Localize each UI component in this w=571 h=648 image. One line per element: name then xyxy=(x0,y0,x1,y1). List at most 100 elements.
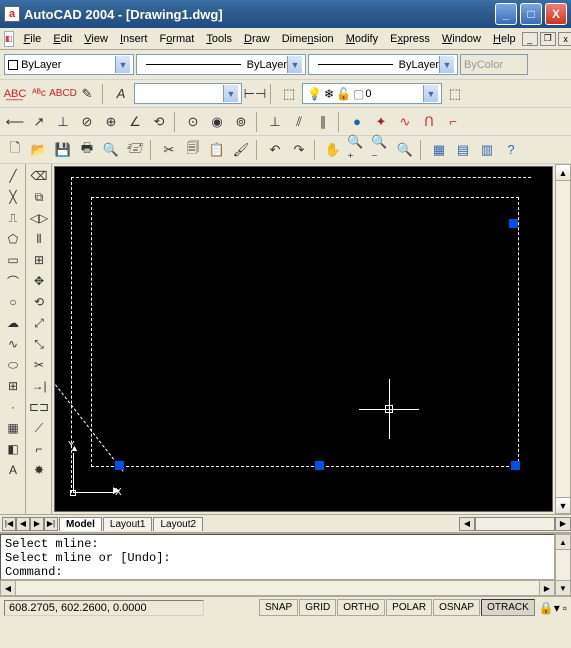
scroll-up-icon[interactable]: ▲ xyxy=(556,165,570,181)
linetype-dropdown[interactable]: ByLayer ▼ xyxy=(136,54,306,75)
command-hscroll[interactable]: ◀ ▶ xyxy=(0,580,555,596)
text-icon[interactable]: A xyxy=(2,460,24,480)
menu-draw[interactable]: Draw xyxy=(238,31,276,47)
xline-icon[interactable]: ╳ xyxy=(2,187,24,207)
new-icon[interactable]: 🗋 xyxy=(4,139,26,161)
cut-icon[interactable]: ✂ xyxy=(158,139,180,161)
tab-model[interactable]: Model xyxy=(59,517,102,531)
dim-override-icon[interactable]: ∿ xyxy=(394,111,416,133)
close-button[interactable]: X xyxy=(545,3,567,25)
line-icon[interactable]: ╱ xyxy=(2,166,24,186)
menu-edit[interactable]: Edit xyxy=(47,31,78,47)
point-icon[interactable]: · xyxy=(2,397,24,417)
dim-angular-icon[interactable]: ∠ xyxy=(124,111,146,133)
dim-baseline-icon[interactable]: ⊙ xyxy=(182,111,204,133)
polyline-icon[interactable]: ⎍ xyxy=(2,208,24,228)
erase-icon[interactable]: ⌫ xyxy=(28,166,50,186)
move-icon[interactable]: ✥ xyxy=(28,271,50,291)
explode-icon[interactable]: ✸ xyxy=(28,460,50,480)
menu-view[interactable]: View xyxy=(78,31,114,47)
snap-toggle[interactable]: SNAP xyxy=(259,599,298,616)
region-icon[interactable]: ◧ xyxy=(2,439,24,459)
copy-obj-icon[interactable]: ⧉ xyxy=(28,187,50,207)
dimension-icon[interactable]: ⊢⊣ xyxy=(244,83,266,105)
command-text[interactable]: Select mline: Select mline or [Undo]: Co… xyxy=(0,534,555,580)
layer-previous-icon[interactable]: ⬚ xyxy=(444,83,466,105)
tab-layout2[interactable]: Layout2 xyxy=(153,517,203,531)
tray-lock-icon[interactable]: 🔒▾ xyxy=(539,601,560,615)
command-vscroll[interactable]: ▲ ▼ xyxy=(555,534,571,596)
hatch-icon[interactable]: ▦ xyxy=(2,418,24,438)
menu-format[interactable]: Format xyxy=(153,31,200,47)
rectangle-icon[interactable]: ▭ xyxy=(2,250,24,270)
layer-manager-icon[interactable]: ⬚ xyxy=(278,83,300,105)
hscroll-left-icon[interactable]: ◀ xyxy=(459,517,475,531)
grip-handle[interactable] xyxy=(115,461,124,470)
menu-file[interactable]: File xyxy=(18,31,48,47)
properties-icon[interactable]: ▦ xyxy=(428,139,450,161)
copy-icon[interactable]: 🗐 xyxy=(182,139,204,161)
chamfer-icon[interactable]: ⟋ xyxy=(28,418,50,438)
block-icon[interactable]: ⊞ xyxy=(2,376,24,396)
hscroll-right-icon[interactable]: ▶ xyxy=(555,517,571,531)
menu-window[interactable]: Window xyxy=(436,31,487,47)
dim-edit-icon[interactable]: ∥ xyxy=(312,111,334,133)
undo-icon[interactable]: ↶ xyxy=(264,139,286,161)
grip-handle[interactable] xyxy=(509,219,518,228)
menu-insert[interactable]: Insert xyxy=(114,31,154,47)
scroll-up-icon[interactable]: ▲ xyxy=(555,534,571,550)
text-tool-icon[interactable]: ᴬᴮᴄ xyxy=(28,83,50,105)
dim-break-icon[interactable]: ⌐ xyxy=(442,111,464,133)
plotstyle-dropdown[interactable]: ByColor xyxy=(460,54,528,75)
menu-modify[interactable]: Modify xyxy=(340,31,384,47)
dim-continue-icon[interactable]: ◉ xyxy=(206,111,228,133)
hscroll-track[interactable] xyxy=(475,517,555,531)
scroll-right-icon[interactable]: ▶ xyxy=(539,580,555,596)
polar-toggle[interactable]: POLAR xyxy=(386,599,432,616)
dim-style-icon[interactable]: ● xyxy=(346,111,368,133)
arc-icon[interactable]: ⌒ xyxy=(2,271,24,291)
zoom-previous-icon[interactable]: 🔍 xyxy=(394,139,416,161)
find-text-icon[interactable]: A͟B͟C xyxy=(4,83,26,105)
polygon-icon[interactable]: ⬠ xyxy=(2,229,24,249)
preview-icon[interactable]: 🔍 xyxy=(100,139,122,161)
layer-dropdown[interactable]: 💡❄🔓▢ 0 ▼ xyxy=(302,83,442,104)
dim-reassoc-icon[interactable]: Ո xyxy=(418,111,440,133)
tool-palette-icon[interactable]: ▥ xyxy=(476,139,498,161)
ellipse-icon[interactable]: ⬭ xyxy=(2,355,24,375)
lineweight-dropdown[interactable]: ByLayer ▼ xyxy=(308,54,458,75)
rotate-icon[interactable]: ⟲ xyxy=(28,292,50,312)
menu-help[interactable]: Help xyxy=(487,31,522,47)
offset-icon[interactable]: ⫴ xyxy=(28,229,50,249)
paste-icon[interactable]: 📋 xyxy=(206,139,228,161)
coordinates-display[interactable]: 608.2705, 602.2600, 0.0000 xyxy=(4,600,204,616)
menu-express[interactable]: Express xyxy=(384,31,436,47)
scale-icon[interactable]: ⤢ xyxy=(28,313,50,333)
menu-dimension[interactable]: Dimension xyxy=(276,31,340,47)
zoom-realtime-icon[interactable]: 🔍⁺ xyxy=(346,139,368,161)
zoom-window-icon[interactable]: 🔍⁻ xyxy=(370,139,392,161)
revcloud-icon[interactable]: ☁ xyxy=(2,313,24,333)
tray-comm-icon[interactable]: ▫ xyxy=(563,601,567,615)
dim-radius-icon[interactable]: ⊘ xyxy=(76,111,98,133)
help-icon[interactable]: ? xyxy=(500,139,522,161)
font-a-icon[interactable]: A xyxy=(110,83,132,105)
mirror-icon[interactable]: ◁▷ xyxy=(28,208,50,228)
maximize-button[interactable]: □ xyxy=(520,3,542,25)
tolerance-icon[interactable]: ⊥ xyxy=(264,111,286,133)
save-icon[interactable]: 💾 xyxy=(52,139,74,161)
ortho-toggle[interactable]: ORTHO xyxy=(337,599,385,616)
extend-icon[interactable]: →| xyxy=(28,376,50,396)
color-dropdown[interactable]: ByLayer ▼ xyxy=(4,54,134,75)
osnap-toggle[interactable]: OSNAP xyxy=(433,599,480,616)
scroll-down-icon[interactable]: ▼ xyxy=(555,580,571,596)
grip-handle[interactable] xyxy=(315,461,324,470)
doc-icon[interactable]: ◧ xyxy=(4,31,14,47)
trim-icon[interactable]: ✂ xyxy=(28,355,50,375)
fillet-icon[interactable]: ⌐ xyxy=(28,439,50,459)
tab-prev-icon[interactable]: ◀ xyxy=(16,517,30,531)
break-icon[interactable]: ⊏⊐ xyxy=(28,397,50,417)
spline-icon[interactable]: ∿ xyxy=(2,334,24,354)
dim-diameter-icon[interactable]: ⊕ xyxy=(100,111,122,133)
minimize-button[interactable]: _ xyxy=(495,3,517,25)
